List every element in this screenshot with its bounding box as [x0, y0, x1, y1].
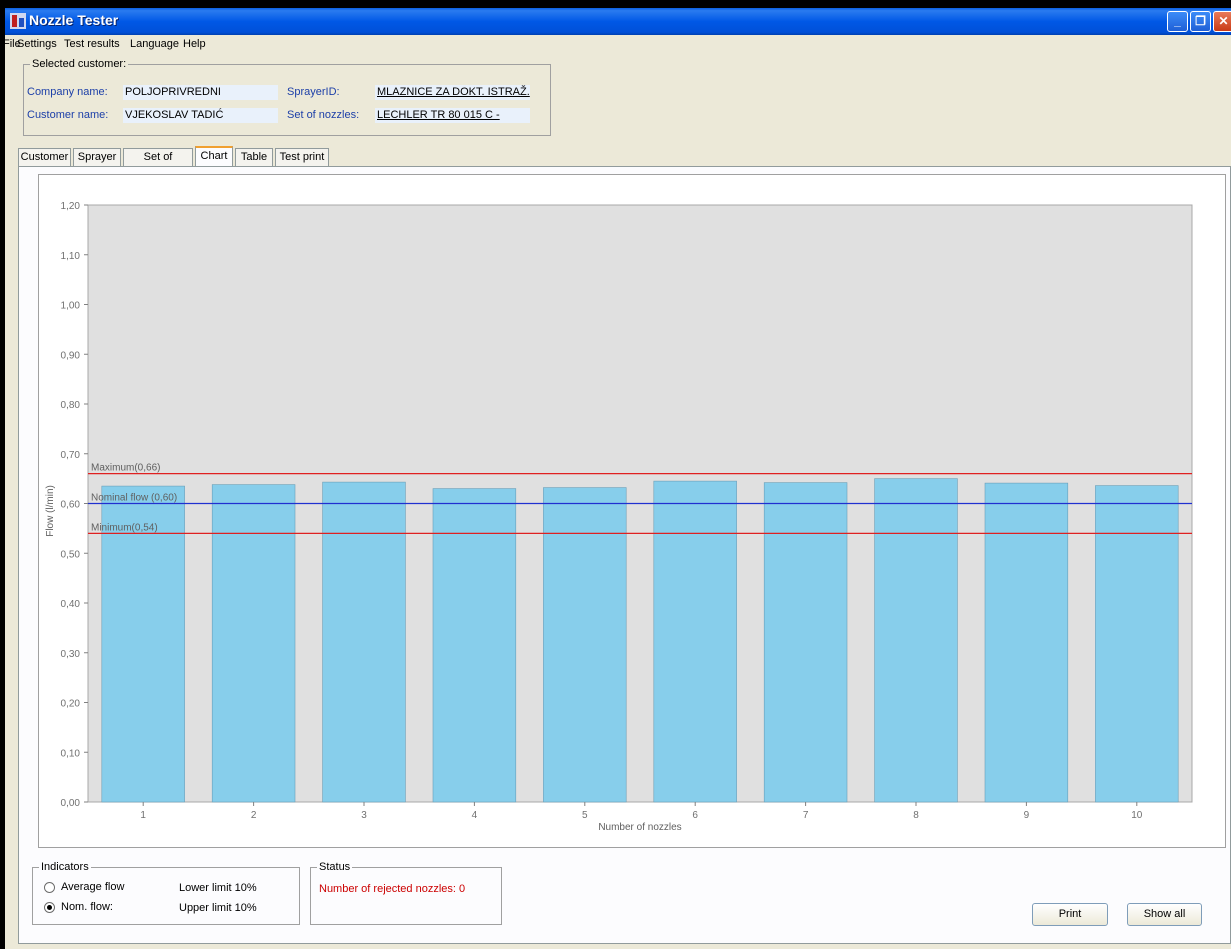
bar: [322, 481, 406, 803]
restore-icon[interactable]: ❐: [1190, 11, 1211, 32]
customer-name-field: VJEKOSLAV TADIĆ: [123, 108, 278, 123]
customer-name-label: Customer name:: [27, 109, 109, 121]
y-tick-label: 0,30: [61, 649, 81, 660]
tab-customer[interactable]: Customer: [18, 148, 71, 166]
rejected-nozzles-text: Number of rejected nozzles: 0: [319, 883, 466, 895]
company-label: Company name:: [27, 86, 108, 98]
bar: [432, 488, 517, 803]
chart-tab-panel: 0,00 0,10 0,20 0,30 0,40 0,50 0,60 0,70 0,80 0,90…: [18, 166, 1231, 944]
lower-limit-text: Lower limit 10%: [179, 882, 257, 894]
set-of-nozzles-label: Set of nozzles:: [287, 109, 360, 121]
company-field: POLJOPRIVREDNI FAKULTET: [123, 85, 278, 100]
tab-test-print[interactable]: Test print: [275, 148, 329, 166]
y-tick-label: 0,90: [61, 350, 81, 361]
app-window: Nozzle Tester _ ❐ ✕ File Settings Test r…: [3, 8, 1231, 949]
menu-settings[interactable]: Settings: [17, 38, 57, 50]
set-of-nozzles-field: LECHLER TR 80 015 C -: [375, 108, 530, 123]
y-tick-label: 0,20: [61, 699, 81, 710]
x-tick-label: 6: [692, 810, 698, 821]
upper-limit-text: Upper limit 10%: [179, 902, 257, 914]
tab-table[interactable]: Table: [235, 148, 273, 166]
bar: [543, 487, 627, 803]
reference-line-label: Nominal flow (0,60): [91, 493, 177, 504]
tab-chart[interactable]: Chart: [195, 146, 233, 167]
indicators-panel: Indicators: [32, 861, 300, 925]
bar: [653, 480, 737, 803]
show-all-button[interactable]: Show all: [1127, 903, 1202, 926]
y-axis-title: Flow (l/min): [45, 485, 56, 537]
window-title: Nozzle Tester: [29, 12, 119, 28]
average-flow-radio[interactable]: [44, 882, 55, 893]
x-tick-label: 5: [582, 810, 588, 821]
menu-bar: File Settings Test results Language Help: [3, 35, 1231, 54]
reference-line-label: Maximum(0,66): [91, 463, 160, 474]
y-tick-label: 0,10: [61, 748, 81, 759]
print-button[interactable]: Print: [1032, 903, 1108, 926]
sprayer-id-field: MLAZNICE ZA DOKT. ISTRAŽ.: [375, 85, 530, 100]
tab-set-of-nozzles[interactable]: Set of nozzles: [123, 148, 193, 179]
bar: [211, 484, 296, 803]
flow-bar-chart: 0,00 0,10 0,20 0,30 0,40 0,50 0,60 0,70 0,80 0,90…: [45, 201, 1193, 833]
y-tick-label: 0,00: [61, 798, 81, 809]
chart-area: 0,00 0,10 0,20 0,30 0,40 0,50 0,60 0,70 0,80 0,90…: [38, 174, 1226, 848]
nominal-flow-label[interactable]: Nom. flow:: [61, 901, 113, 913]
y-tick-label: 0,50: [61, 549, 81, 560]
status-legend: Status: [319, 861, 351, 873]
y-tick-label: 0,80: [61, 400, 81, 411]
y-tick-label: 0,70: [61, 450, 81, 461]
app-icon: [10, 13, 26, 29]
minimize-icon[interactable]: _: [1167, 11, 1188, 32]
x-tick-label: 9: [1024, 810, 1030, 821]
x-tick-label: 3: [361, 810, 367, 821]
y-tick-label: 1,20: [61, 201, 81, 212]
menu-test-results[interactable]: Test results: [64, 38, 120, 50]
x-tick-label: 7: [803, 810, 809, 821]
reference-line-label: Minimum(0,54): [91, 522, 158, 533]
nominal-flow-radio[interactable]: [44, 902, 55, 913]
x-tick-label: 2: [251, 810, 257, 821]
close-icon[interactable]: ✕: [1213, 11, 1231, 32]
menu-help[interactable]: Help: [183, 38, 206, 50]
x-tick-label: 4: [472, 810, 478, 821]
average-flow-label[interactable]: Average flow: [61, 881, 124, 893]
bar: [763, 482, 848, 803]
y-tick-label: 0,40: [61, 599, 81, 610]
indicators-legend: Indicators: [41, 861, 89, 873]
x-tick-label: 10: [1131, 810, 1143, 821]
tab-sprayer[interactable]: Sprayer: [73, 148, 121, 166]
y-tick-label: 1,00: [61, 301, 81, 312]
x-axis-title: Number of nozzles: [598, 822, 681, 833]
bar: [984, 482, 1069, 803]
y-tick-label: 1,10: [61, 251, 81, 262]
bar: [874, 478, 958, 803]
x-tick-label: 8: [913, 810, 919, 821]
selected-customer-legend: Selected customer:: [32, 58, 127, 70]
title-bar[interactable]: Nozzle Tester _ ❐ ✕: [5, 8, 1231, 35]
y-tick-label: 0,60: [61, 500, 81, 511]
sprayer-id-label: SprayerID:: [287, 86, 340, 98]
menu-language[interactable]: Language: [130, 38, 179, 50]
x-tick-label: 1: [140, 810, 146, 821]
